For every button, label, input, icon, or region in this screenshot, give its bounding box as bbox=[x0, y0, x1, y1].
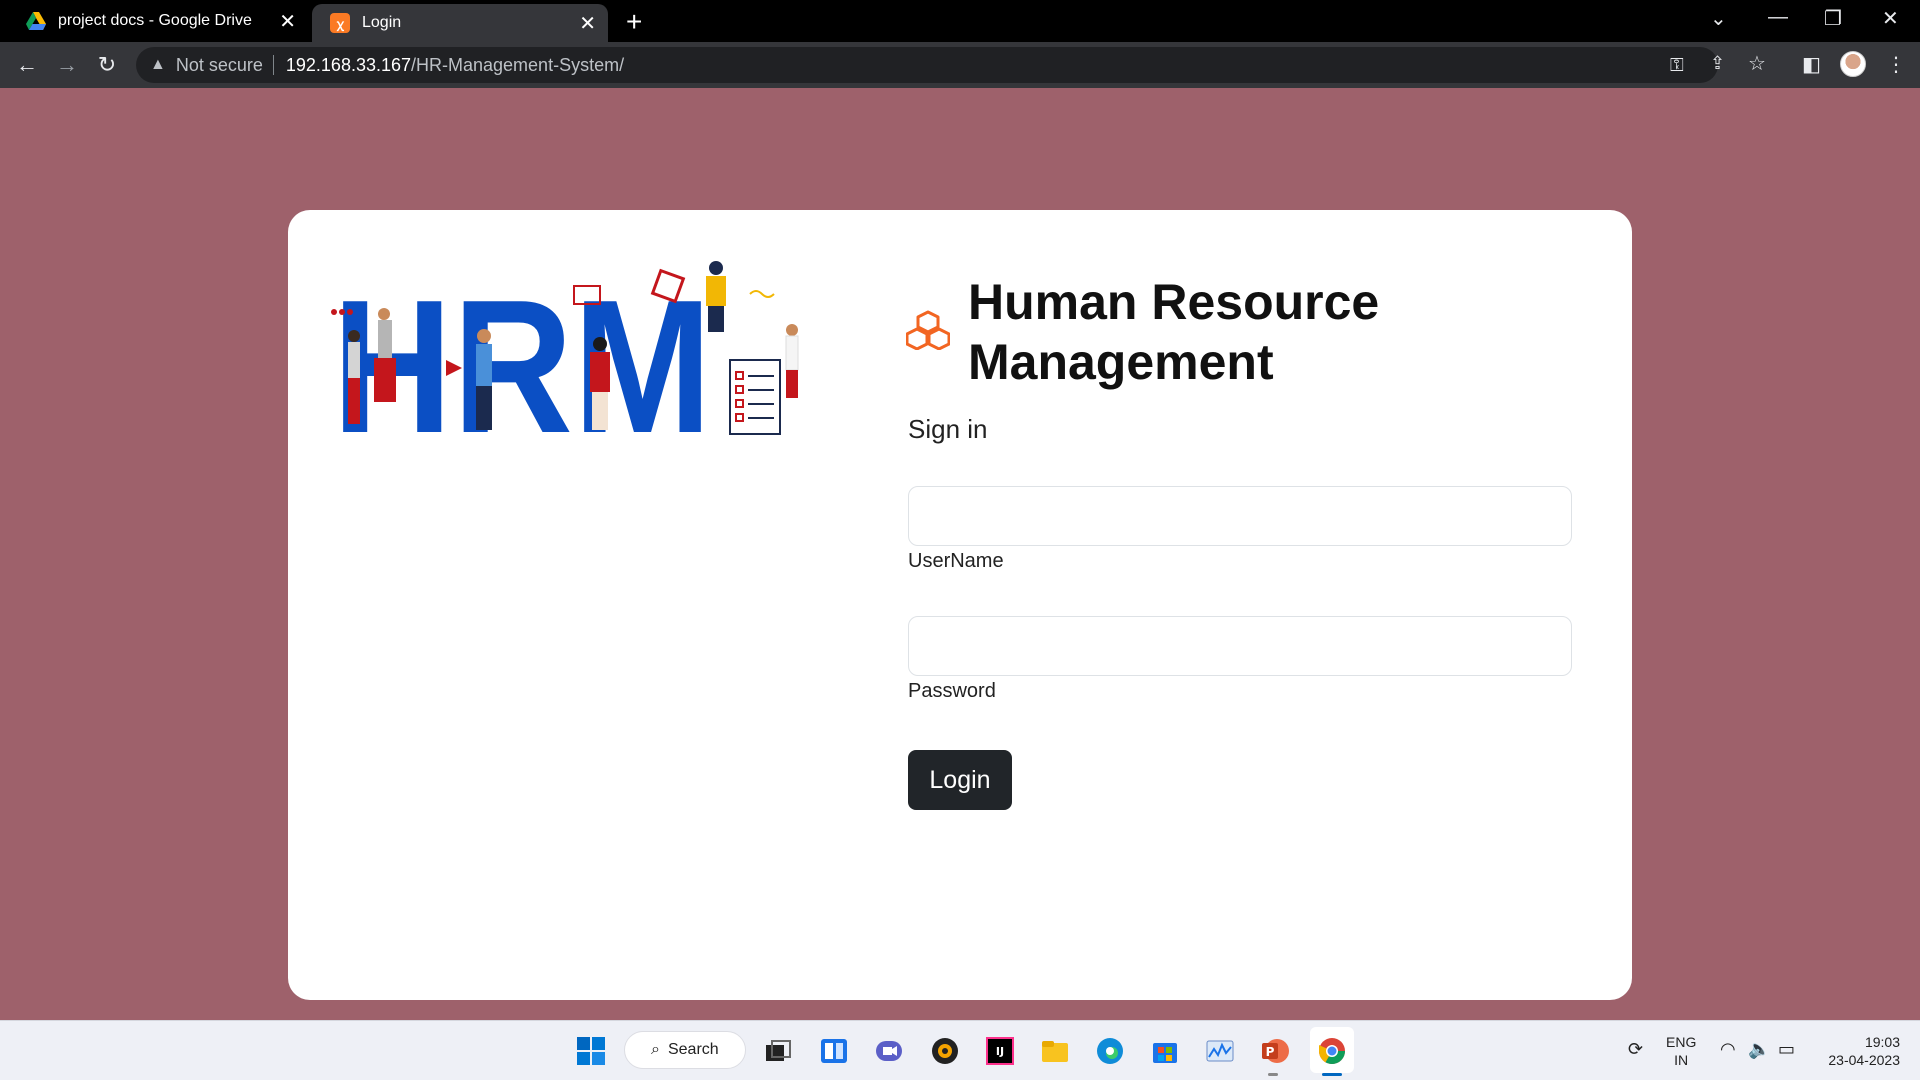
language-code: ENG bbox=[1666, 1034, 1697, 1050]
wifi-icon[interactable]: ◠ bbox=[1720, 1039, 1736, 1060]
svg-text:P: P bbox=[1266, 1045, 1275, 1059]
bookmark-star-icon[interactable]: ☆ bbox=[1748, 51, 1766, 76]
clock[interactable]: 19:03 23-04-2023 bbox=[1818, 1033, 1900, 1069]
tab-title: project docs - Google Drive bbox=[58, 12, 252, 29]
search-icon: ⌕ bbox=[651, 1041, 660, 1058]
key-icon[interactable]: ⚿ bbox=[1670, 55, 1684, 76]
running-indicator bbox=[1268, 1073, 1278, 1076]
media-player-icon[interactable] bbox=[929, 1035, 961, 1067]
tab-title: Login bbox=[362, 14, 402, 31]
sign-in-heading: Sign in bbox=[908, 414, 988, 444]
hrm-illustration: HRM bbox=[331, 261, 799, 446]
password-input[interactable] bbox=[908, 616, 1572, 676]
address-bar[interactable]: ▲ Not secure 192.168.33.167/HR-Managemen… bbox=[136, 47, 1766, 83]
login-button[interactable]: Login bbox=[908, 750, 1012, 810]
login-card: HRM Human Resource Management Sign in Us… bbox=[288, 210, 1632, 1000]
windows-start-icon[interactable] bbox=[575, 1035, 607, 1067]
back-icon[interactable]: ← bbox=[12, 50, 42, 80]
svg-text:IJ: IJ bbox=[996, 1045, 1004, 1058]
battery-icon[interactable]: ▭ bbox=[1778, 1039, 1795, 1060]
share-icon[interactable]: ⇪ bbox=[1710, 53, 1725, 74]
tab-search-icon[interactable]: ⌄ bbox=[1710, 6, 1727, 31]
file-explorer-icon[interactable] bbox=[1039, 1035, 1071, 1067]
clock-date: 23-04-2023 bbox=[1828, 1052, 1900, 1068]
page-title: Human Resource Management bbox=[968, 274, 1380, 390]
username-input[interactable] bbox=[908, 486, 1572, 546]
powerpoint-icon[interactable]: P bbox=[1259, 1035, 1291, 1067]
chrome-icon[interactable] bbox=[1316, 1035, 1348, 1067]
intellij-icon[interactable]: IJ bbox=[984, 1035, 1016, 1067]
search-label: Search bbox=[667, 1041, 719, 1058]
url-path: /HR-Management-System/ bbox=[411, 54, 625, 75]
username-label: UserName bbox=[908, 550, 1004, 572]
close-tab-icon[interactable]: ✕ bbox=[279, 9, 296, 34]
security-label[interactable]: Not secure bbox=[176, 55, 263, 76]
tab-login[interactable]: ꭓ Login ✕ bbox=[312, 4, 608, 42]
close-window-icon[interactable]: ✕ bbox=[1882, 6, 1899, 31]
language-indicator[interactable]: ENG IN bbox=[1666, 1033, 1696, 1069]
teams-chat-icon[interactable] bbox=[873, 1035, 905, 1067]
menu-icon[interactable]: ⋮ bbox=[1886, 52, 1906, 77]
active-indicator bbox=[1322, 1073, 1342, 1076]
tab-google-drive[interactable]: project docs - Google Drive ✕ bbox=[8, 0, 308, 42]
side-panel-icon[interactable]: ◧ bbox=[1802, 52, 1821, 77]
new-tab-icon[interactable]: + bbox=[626, 6, 642, 38]
minimize-icon[interactable]: — bbox=[1768, 6, 1788, 29]
sync-icon[interactable]: ⟳ bbox=[1628, 1039, 1643, 1060]
close-tab-icon[interactable]: ✕ bbox=[579, 11, 596, 36]
volume-icon[interactable]: 🔈 bbox=[1748, 1039, 1770, 1060]
windows-taskbar: ⌕ Search IJ P ⟳ ENG IN ◠ 🔈 ▭ 19:03 23-04… bbox=[0, 1020, 1920, 1080]
widgets-icon[interactable] bbox=[818, 1035, 850, 1067]
taskbar-search[interactable]: ⌕ Search bbox=[624, 1031, 746, 1069]
browser-toolbar: ← → ↻ ▲ Not secure 192.168.33.167/HR-Man… bbox=[0, 42, 1920, 88]
edge-icon[interactable] bbox=[1094, 1035, 1126, 1067]
clock-time: 19:03 bbox=[1864, 1034, 1900, 1050]
performance-monitor-icon[interactable] bbox=[1204, 1035, 1236, 1067]
microsoft-store-icon[interactable] bbox=[1149, 1035, 1181, 1067]
restore-icon[interactable]: ❐ bbox=[1824, 6, 1842, 31]
warning-icon: ▲ bbox=[150, 56, 166, 73]
xampp-icon: ꭓ bbox=[330, 13, 350, 33]
profile-avatar[interactable] bbox=[1840, 51, 1866, 77]
forward-icon[interactable]: → bbox=[52, 50, 82, 80]
task-view-icon[interactable] bbox=[762, 1035, 794, 1067]
divider bbox=[272, 55, 274, 75]
region-code: IN bbox=[1674, 1052, 1689, 1068]
reload-icon[interactable]: ↻ bbox=[92, 50, 122, 80]
url-host: 192.168.33.167 bbox=[285, 54, 412, 75]
google-drive-icon bbox=[26, 11, 46, 31]
cubes-logo-icon bbox=[906, 310, 950, 350]
password-label: Password bbox=[908, 680, 996, 702]
tab-bar: project docs - Google Drive ✕ ꭓ Login ✕ … bbox=[0, 0, 1920, 42]
